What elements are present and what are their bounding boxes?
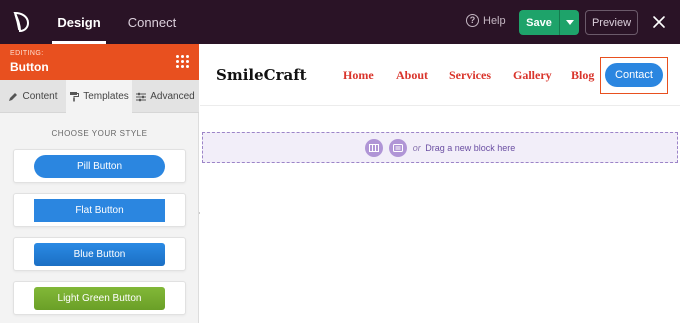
preview-button[interactable]: Preview — [585, 10, 638, 35]
panel-tabs: Content Templates Advanced — [0, 80, 199, 113]
tab-content-label: Content — [22, 91, 58, 102]
save-button-group: Save — [519, 10, 579, 35]
nav-link-blog[interactable]: Blog — [571, 68, 594, 83]
site-logo-text[interactable]: SmileCraft — [216, 66, 307, 84]
seedprod-logo-icon[interactable] — [8, 8, 36, 36]
tab-design[interactable]: Design — [50, 0, 108, 44]
add-block-icon[interactable] — [388, 138, 407, 157]
top-toolbar: Design Connect ? Help Save Preview — [0, 0, 680, 44]
save-button[interactable]: Save — [519, 17, 559, 29]
settings-panel: EDITING: Button Content Templates Advanc… — [0, 44, 199, 323]
editing-label: EDITING: — [10, 50, 44, 57]
template-card-pill[interactable]: Pill Button — [13, 149, 186, 183]
contact-button[interactable]: Contact — [605, 63, 663, 87]
close-icon[interactable] — [650, 12, 668, 32]
dropzone-hint: or Drag a new block here — [413, 143, 516, 153]
dropzone-or-label: or — [412, 142, 421, 153]
template-card-blue[interactable]: Blue Button — [13, 237, 186, 271]
question-icon: ? — [466, 14, 479, 27]
add-section-icon[interactable] — [364, 138, 383, 157]
help-label: Help — [483, 14, 506, 27]
pill-button-template[interactable]: Pill Button — [34, 154, 165, 178]
blue-button-template[interactable]: Blue Button — [34, 242, 165, 266]
choose-style-heading: CHOOSE YOUR STYLE — [51, 129, 148, 138]
flat-button-template[interactable]: Flat Button — [34, 198, 165, 222]
paint-roller-icon — [70, 92, 80, 102]
nav-link-gallery[interactable]: Gallery — [513, 68, 552, 83]
tab-advanced[interactable]: Advanced — [132, 80, 199, 113]
page-preview: SmileCraft Home About Services Gallery B… — [200, 44, 680, 323]
save-options-chevron-down-icon[interactable] — [559, 10, 579, 35]
tab-connect[interactable]: Connect — [122, 0, 182, 44]
nav-link-home[interactable]: Home — [343, 68, 374, 83]
sliders-icon — [136, 92, 147, 101]
block-dropzone[interactable]: or Drag a new block here — [202, 132, 678, 163]
editing-header: EDITING: Button — [0, 44, 199, 80]
light-green-button-template[interactable]: Light Green Button — [34, 286, 165, 310]
grid-menu-icon[interactable] — [176, 55, 190, 69]
tab-content[interactable]: Content — [0, 80, 66, 113]
nav-link-services[interactable]: Services — [449, 68, 491, 83]
help-link[interactable]: ? Help — [466, 14, 506, 27]
nav-link-about[interactable]: About — [396, 68, 428, 83]
site-header: SmileCraft Home About Services Gallery B… — [200, 44, 680, 106]
pencil-icon — [9, 92, 18, 101]
editing-title: Button — [10, 60, 49, 74]
template-card-flat[interactable]: Flat Button — [13, 193, 186, 227]
tab-templates[interactable]: Templates — [66, 80, 132, 113]
dropzone-drag-label: Drag a new block here — [425, 142, 516, 153]
template-card-light-green[interactable]: Light Green Button — [13, 281, 186, 315]
tab-advanced-label: Advanced — [150, 91, 195, 102]
tab-templates-label: Templates — [83, 91, 129, 102]
